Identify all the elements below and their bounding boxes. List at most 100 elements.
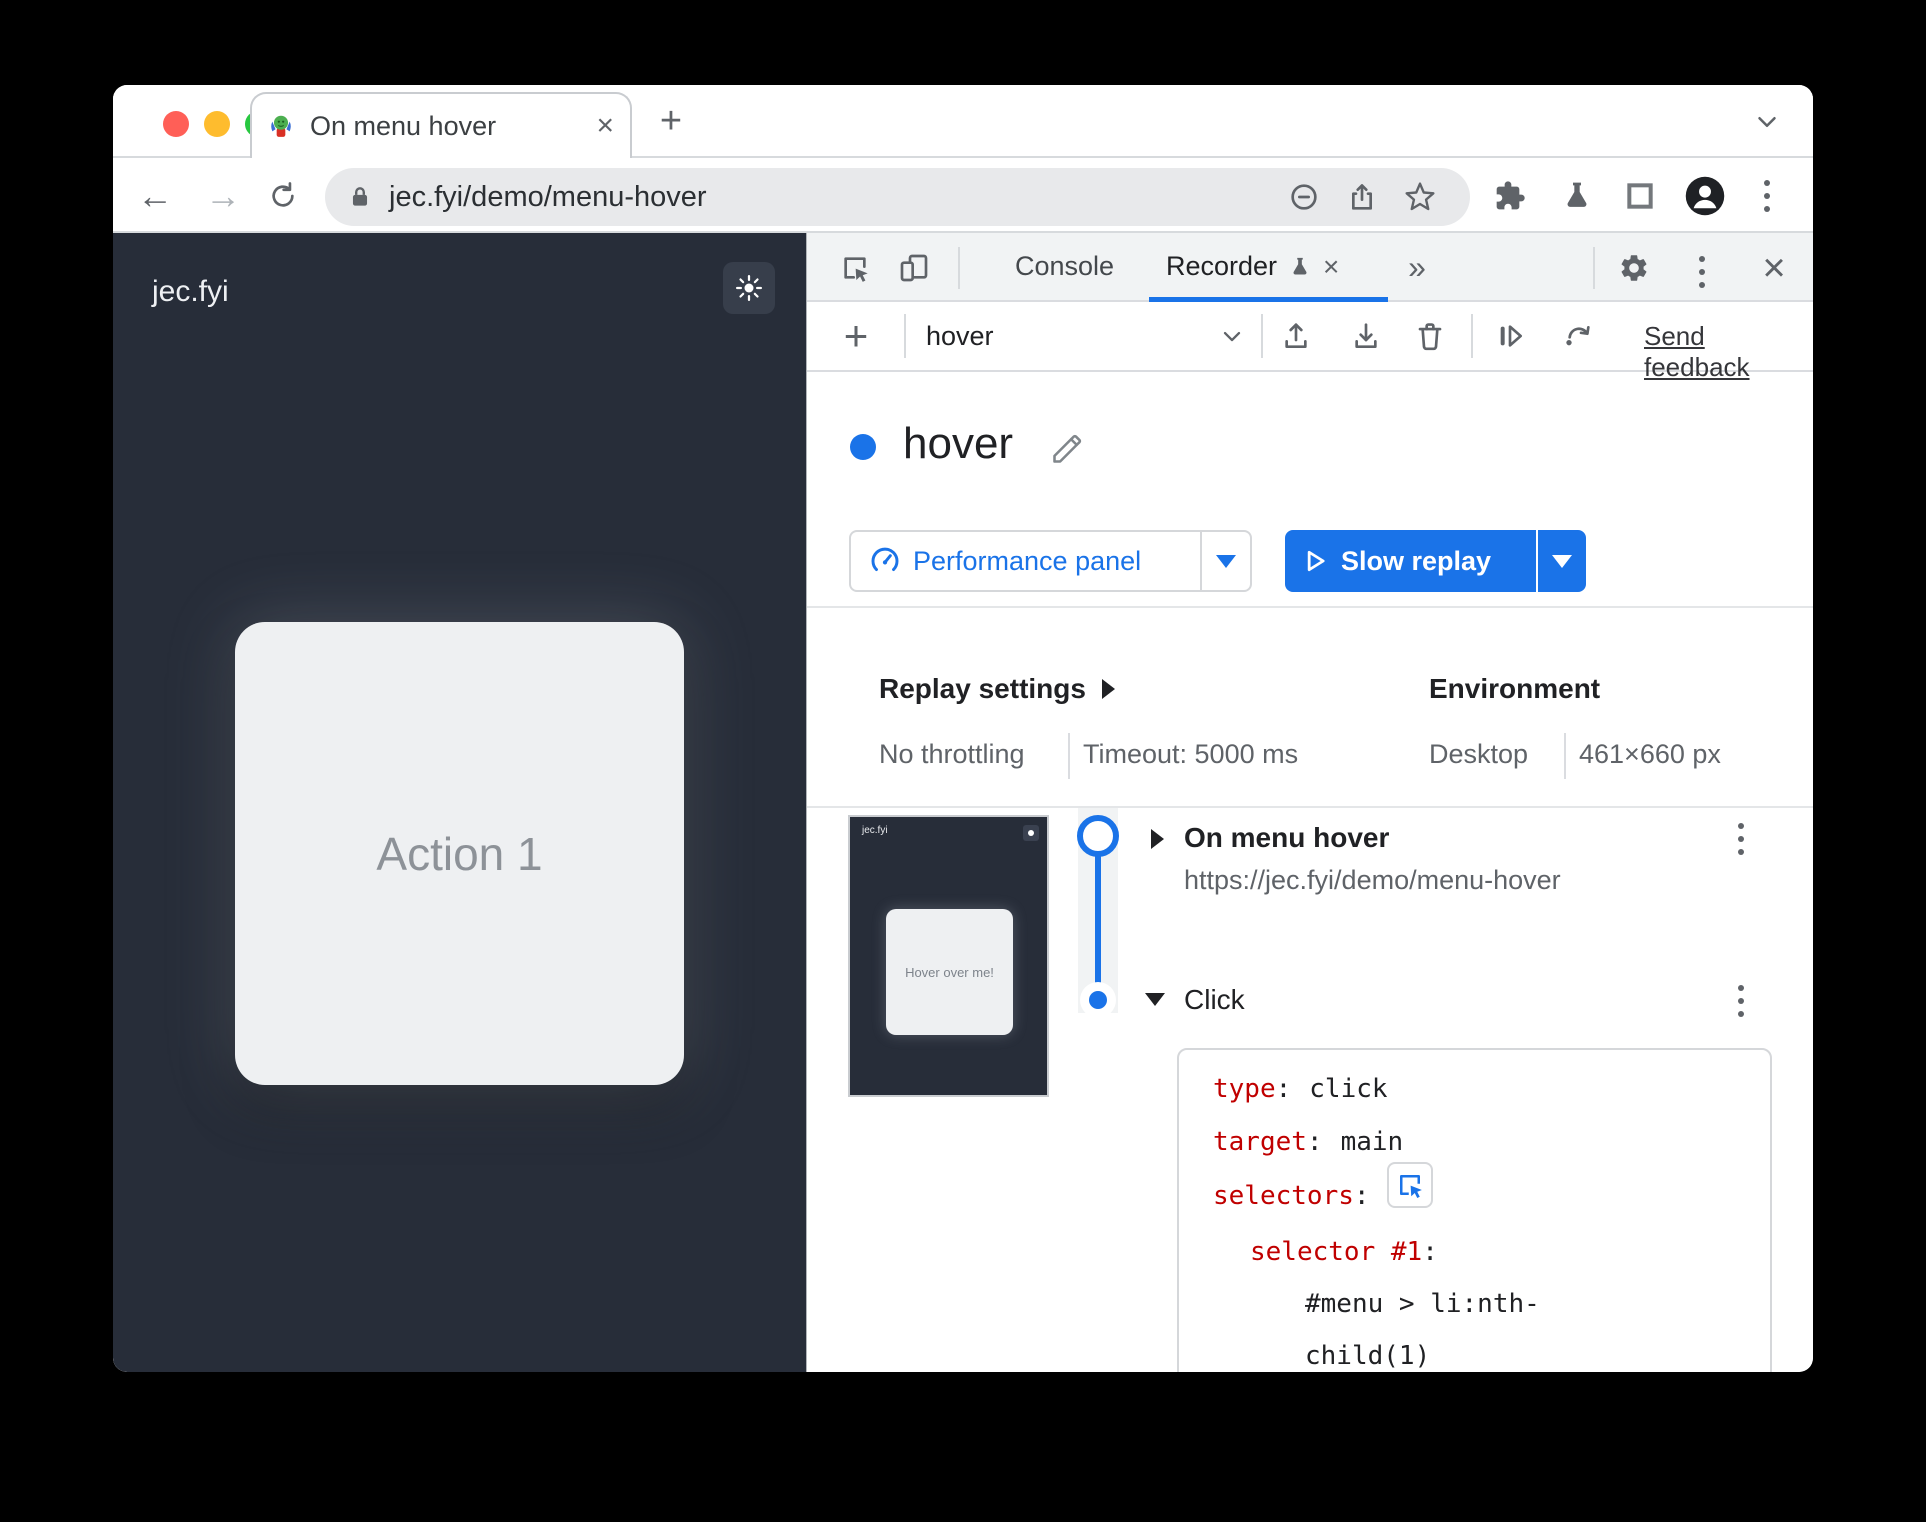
thumbnail-sun-icon xyxy=(1023,825,1039,841)
thumbnail-card: Hover over me! xyxy=(886,909,1013,1035)
extensions-puzzle-icon[interactable] xyxy=(1488,174,1532,218)
browser-menu-kebab-icon[interactable] xyxy=(1758,174,1776,218)
recorder-tab-close-icon[interactable]: × xyxy=(1323,252,1339,281)
toolbar-divider-2 xyxy=(1261,314,1263,358)
forward-button[interactable]: → xyxy=(201,174,245,218)
traffic-minimize-button[interactable] xyxy=(204,111,230,137)
code-line-type: type: click xyxy=(1213,1074,1388,1104)
timeline-start-circle[interactable] xyxy=(1077,815,1119,857)
section-divider-1 xyxy=(807,606,1813,608)
new-tab-button[interactable]: + xyxy=(653,102,689,140)
play-icon xyxy=(1301,547,1329,575)
tabbar-divider-right xyxy=(1593,247,1595,289)
step2-collapse-icon[interactable] xyxy=(1145,993,1165,1006)
timeline-line xyxy=(1095,855,1101,983)
experiments-flask-icon[interactable] xyxy=(1555,174,1599,218)
recording-title: hover xyxy=(903,419,1014,468)
recording-select[interactable]: hover xyxy=(926,302,1246,370)
rerun-replay-icon[interactable] xyxy=(1555,315,1599,357)
environment-device: Desktop xyxy=(1429,739,1529,769)
devtools-close-icon[interactable]: × xyxy=(1753,247,1795,289)
step1-menu-kebab-icon[interactable] xyxy=(1732,817,1750,861)
tab-favicon xyxy=(271,115,291,137)
environment-viewport: 461×660 px xyxy=(1579,739,1721,769)
side-panel-icon[interactable] xyxy=(1618,174,1662,218)
tab-search-chevron-icon[interactable] xyxy=(1745,107,1789,137)
slow-replay-dropdown[interactable] xyxy=(1538,554,1586,568)
tab-recorder[interactable]: Recorder × xyxy=(1152,233,1353,300)
step1-title[interactable]: On menu hover xyxy=(1184,822,1389,854)
browser-window: On menu hover × + ← → jec.fyi/demo/menu-… xyxy=(113,85,1813,1372)
bookmark-star-icon[interactable] xyxy=(1392,181,1448,213)
tab-console[interactable]: Console xyxy=(997,233,1132,300)
throttling-value: No throttling xyxy=(879,739,1025,769)
step1-expand-icon[interactable] xyxy=(1151,829,1164,849)
step-editor[interactable]: type: click target: main selectors: select… xyxy=(1177,1048,1772,1372)
url-text: jec.fyi/demo/menu-hover xyxy=(389,180,707,213)
browser-toolbar: ← → jec.fyi/demo/menu-hover xyxy=(113,158,1813,233)
sun-icon xyxy=(736,275,762,301)
theme-toggle-button[interactable] xyxy=(723,262,775,314)
back-button[interactable]: ← xyxy=(133,174,177,218)
step-thumbnail[interactable]: jec.fyi Hover over me! xyxy=(848,815,1049,1097)
performance-panel-dropdown[interactable] xyxy=(1202,554,1250,568)
step1-url: https://jec.fyi/demo/menu-hover xyxy=(1184,865,1561,895)
reload-button[interactable] xyxy=(261,174,305,218)
add-recording-button[interactable]: + xyxy=(835,312,877,359)
environment-header: Environment xyxy=(1429,673,1601,704)
profile-avatar[interactable] xyxy=(1681,172,1729,220)
export-recording-icon[interactable] xyxy=(1274,315,1318,357)
traffic-close-button[interactable] xyxy=(163,111,189,137)
timeline-step-dot[interactable] xyxy=(1089,991,1107,1009)
recorder-experiment-flask-icon xyxy=(1293,257,1307,275)
lock-icon xyxy=(352,187,368,206)
selector-picker-icon xyxy=(1400,1175,1422,1198)
devtools-menu-kebab-icon[interactable] xyxy=(1693,250,1711,294)
performance-panel-button[interactable]: Performance panel xyxy=(849,530,1252,592)
code-line-selector-value1: #menu > li:nth- xyxy=(1305,1289,1540,1319)
edit-title-pencil-icon[interactable] xyxy=(1045,425,1091,471)
code-line-target: target: main xyxy=(1213,1127,1404,1157)
step2-menu-kebab-icon[interactable] xyxy=(1732,979,1750,1023)
speedometer-icon xyxy=(869,545,901,577)
action-card-label: Action 1 xyxy=(376,827,543,880)
more-tabs-icon[interactable]: » xyxy=(1397,247,1437,287)
tab-close-icon[interactable]: × xyxy=(596,111,614,141)
inspect-element-icon[interactable] xyxy=(834,247,876,289)
recording-status-dot xyxy=(850,434,876,460)
address-bar[interactable]: jec.fyi/demo/menu-hover xyxy=(325,168,1470,226)
delete-recording-icon[interactable] xyxy=(1408,315,1452,357)
code-line-selector-value2: child(1) xyxy=(1305,1341,1431,1371)
replay-settings-header[interactable]: Replay settings xyxy=(879,673,1115,705)
action-card[interactable]: Action 1 xyxy=(235,622,684,1085)
browser-tab[interactable]: On menu hover × xyxy=(250,92,632,158)
import-recording-icon[interactable] xyxy=(1344,315,1388,357)
site-logo: jec.fyi xyxy=(152,275,229,308)
tab-title: On menu hover xyxy=(310,110,497,141)
page-viewport: jec.fyi Action 1 xyxy=(113,233,806,1372)
code-line-selectors: selectors: xyxy=(1213,1181,1370,1211)
share-icon[interactable] xyxy=(1332,181,1392,213)
code-line-selector1: selector #1: xyxy=(1250,1237,1438,1267)
settings-gear-icon[interactable] xyxy=(1613,247,1655,289)
toolbar-divider-1 xyxy=(904,314,906,358)
zoom-out-icon[interactable] xyxy=(1276,181,1332,213)
screenshot-stage: On menu hover × + ← → jec.fyi/demo/menu-… xyxy=(0,0,1926,1522)
section-divider-2 xyxy=(807,806,1813,808)
tabbar-divider xyxy=(958,247,960,289)
device-toolbar-icon[interactable] xyxy=(893,247,935,289)
send-feedback-link[interactable]: Send feedback xyxy=(1644,321,1813,383)
tab-strip: On menu hover × + xyxy=(113,85,1813,158)
step2-title[interactable]: Click xyxy=(1184,984,1245,1016)
toolbar-divider-3 xyxy=(1471,314,1473,358)
slow-replay-button[interactable]: Slow replay xyxy=(1285,530,1586,592)
thumbnail-card-label: Hover over me! xyxy=(905,964,994,980)
pick-selector-button[interactable] xyxy=(1387,1162,1433,1208)
devtools-tabbar: Console Recorder × » × xyxy=(807,233,1813,302)
recorder-toolbar: + hover Send feedback xyxy=(807,302,1813,382)
select-chevron-icon xyxy=(1223,331,1241,342)
environment-value-divider xyxy=(1564,733,1566,779)
devtools-panel: Console Recorder × » × + hover Send feed… xyxy=(806,233,1813,1372)
timeout-value: Timeout: 5000 ms xyxy=(1083,739,1299,769)
replay-steps-icon[interactable] xyxy=(1488,315,1532,357)
